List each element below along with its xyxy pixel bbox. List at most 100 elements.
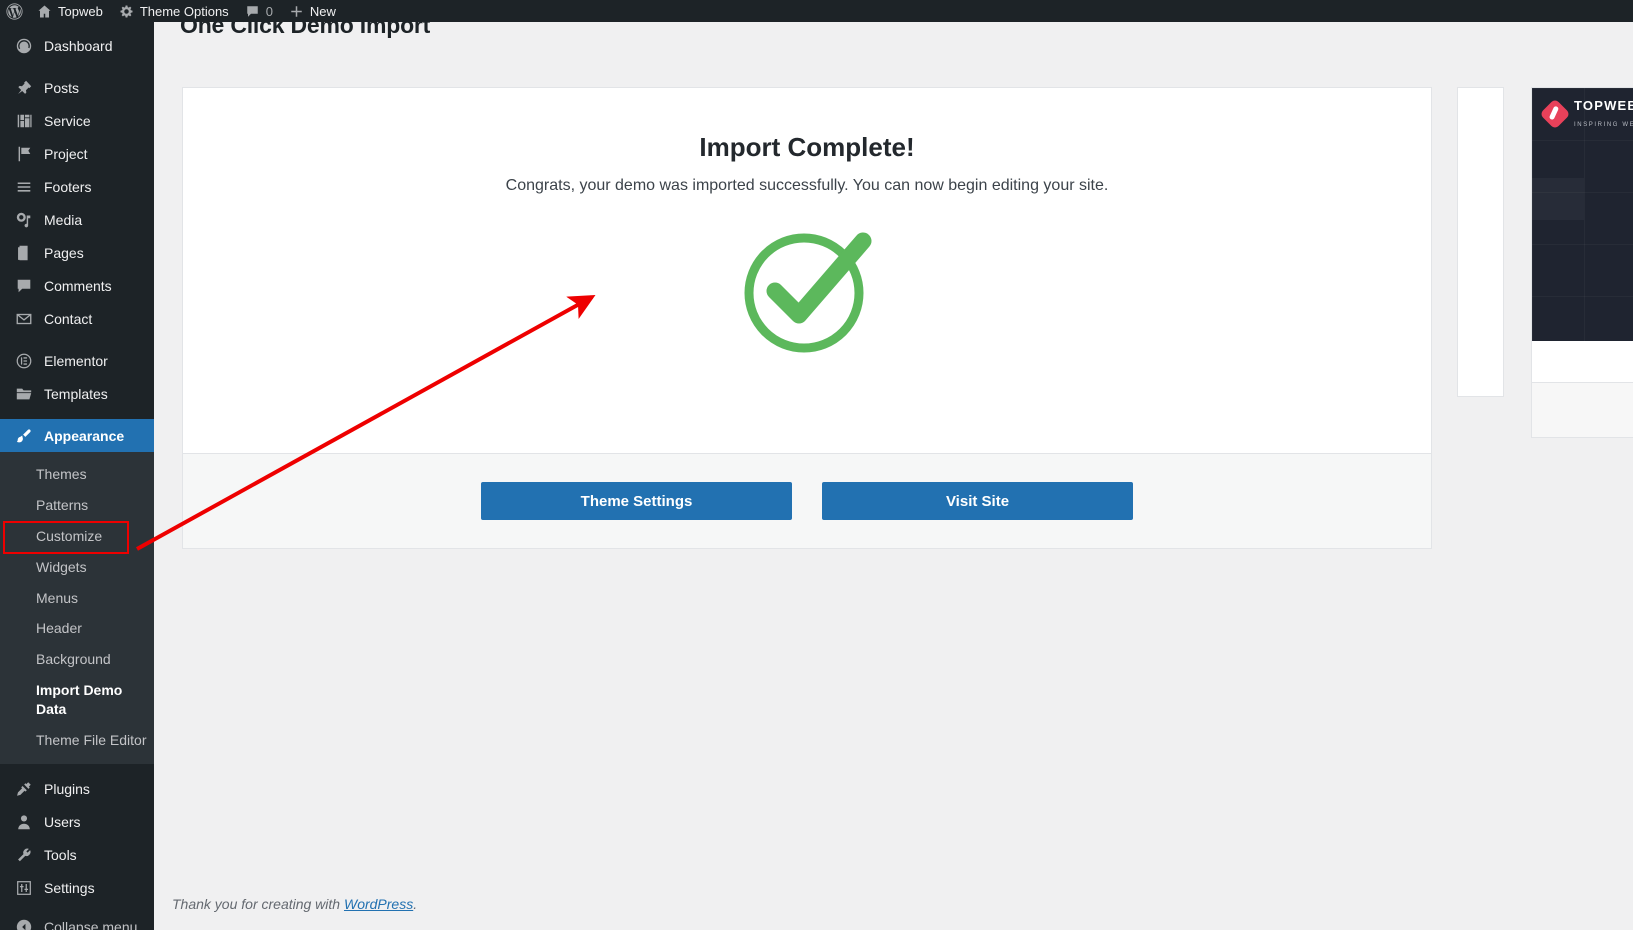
sidebar-item-users[interactable]: Users xyxy=(0,806,154,839)
submenu-item-theme-file-editor[interactable]: Theme File Editor xyxy=(0,725,154,756)
admin-bar: Topweb Theme Options 0 New xyxy=(0,0,1633,22)
menu-separator xyxy=(0,62,154,71)
sidebar-item-settings[interactable]: Settings xyxy=(0,872,154,905)
collapse-menu-label: Collapse menu xyxy=(44,919,138,930)
topweb-logo-icon xyxy=(1539,98,1571,130)
sliders-icon xyxy=(13,878,35,898)
comments-menu[interactable]: 0 xyxy=(237,0,281,22)
submenu-item-widgets[interactable]: Widgets xyxy=(0,552,154,583)
submenu-item-themes[interactable]: Themes xyxy=(0,459,154,490)
admin-sidebar: Theme Options Dashboard Posts Service xyxy=(0,0,162,930)
sidebar-item-templates[interactable]: Templates xyxy=(0,377,154,410)
pin-icon xyxy=(13,78,35,98)
site-name-label: Topweb xyxy=(58,3,103,19)
plug-icon xyxy=(13,779,35,799)
gear-icon xyxy=(119,4,134,19)
theme-preview-hero: TOPWEB INSPIRING WEB HO WE CR DESIG xyxy=(1532,88,1633,341)
sidebar-item-appearance[interactable]: Appearance xyxy=(0,419,162,452)
visit-site-button[interactable]: Visit Site xyxy=(822,482,1133,520)
sidebar-item-label: Dashboard xyxy=(44,37,113,54)
comment-icon xyxy=(245,4,260,19)
submenu-item-menus[interactable]: Menus xyxy=(0,583,154,614)
sidebar-item-label: Users xyxy=(44,814,81,831)
sidebar-item-pages[interactable]: Pages xyxy=(0,236,154,269)
import-complete-subtext: Congrats, your demo was imported success… xyxy=(505,177,1109,194)
comment-count: 0 xyxy=(265,3,273,19)
wordpress-logo-icon xyxy=(6,2,23,20)
sidebar-item-label: Media xyxy=(44,211,83,228)
menu-separator xyxy=(0,410,154,419)
blocks-icon xyxy=(13,111,35,131)
sidebar-item-elementor[interactable]: Elementor xyxy=(0,344,154,377)
submenu-item-background[interactable]: Background xyxy=(0,644,154,675)
submenu-item-header[interactable]: Header xyxy=(0,613,154,644)
user-icon xyxy=(13,812,35,832)
brush-icon xyxy=(13,426,35,446)
appearance-submenu: Themes Patterns Customize Widgets Menus … xyxy=(0,452,154,764)
wrench-icon xyxy=(13,845,35,865)
sidebar-item-label: Service xyxy=(44,112,91,129)
wordpress-logo-menu[interactable] xyxy=(0,0,29,22)
submenu-item-customize[interactable]: Customize xyxy=(0,521,154,552)
menu-separator xyxy=(0,335,154,344)
theme-options-menu[interactable]: Theme Options xyxy=(111,0,237,22)
sidebar-item-label: Project xyxy=(44,145,88,162)
logo-main-text: TOPWEB xyxy=(1574,98,1633,113)
footer-text-before: Thank you for creating with xyxy=(172,896,344,912)
collapse-arrow-icon xyxy=(13,917,35,930)
import-complete-actions: Theme Settings Visit Site xyxy=(183,453,1431,548)
dashboard-icon xyxy=(13,36,35,56)
topweb-logo-text: TOPWEB INSPIRING WEB xyxy=(1574,98,1633,130)
sidebar-item-tools[interactable]: Tools xyxy=(0,839,154,872)
success-icon-wrapper xyxy=(203,225,1411,360)
import-complete-heading: Import Complete! xyxy=(699,132,915,162)
collapse-menu-button[interactable]: Collapse menu xyxy=(0,911,154,930)
page-icon xyxy=(13,243,35,263)
sidebar-item-label: Settings xyxy=(44,880,95,897)
menu-separator xyxy=(0,764,154,773)
preview-side-panel xyxy=(1457,87,1504,397)
plus-icon xyxy=(289,4,304,19)
sidebar-item-label: Elementor xyxy=(44,352,108,369)
sidebar-item-footers[interactable]: Footers xyxy=(0,170,154,203)
flag-icon xyxy=(13,144,35,164)
admin-footer: Thank you for creating with WordPress. xyxy=(172,896,417,912)
green-check-circle-icon xyxy=(742,225,872,360)
envelope-icon xyxy=(13,309,35,329)
sidebar-item-label: Comments xyxy=(44,277,112,294)
import-complete-card: Import Complete! Congrats, your demo was… xyxy=(182,87,1432,549)
submenu-item-patterns[interactable]: Patterns xyxy=(0,490,154,521)
new-content-menu[interactable]: New xyxy=(281,0,344,22)
sidebar-item-contact[interactable]: Contact xyxy=(0,302,154,335)
theme-options-label: Theme Options xyxy=(139,3,229,19)
elementor-icon xyxy=(13,351,35,371)
theme-preview-footer: Impo xyxy=(1532,383,1633,437)
sidebar-item-service[interactable]: Service xyxy=(0,104,154,137)
media-icon xyxy=(13,210,35,230)
theme-preview-headline: WE CR DESIG xyxy=(1532,168,1633,241)
footer-text-after: . xyxy=(413,896,418,912)
theme-preview-body xyxy=(1532,341,1633,383)
new-content-label: New xyxy=(309,3,336,19)
sidebar-item-dashboard[interactable]: Dashboard xyxy=(0,29,154,62)
sidebar-item-plugins[interactable]: Plugins xyxy=(0,773,154,806)
sidebar-item-project[interactable]: Project xyxy=(0,137,154,170)
home-icon xyxy=(37,4,52,19)
sidebar-item-label: Templates xyxy=(44,385,108,402)
sidebar-item-comments[interactable]: Comments xyxy=(0,269,154,302)
theme-preview-card[interactable]: TOPWEB INSPIRING WEB HO WE CR DESIG Impo xyxy=(1531,87,1633,438)
theme-preview-header: TOPWEB INSPIRING WEB HO xyxy=(1532,88,1633,140)
sidebar-item-label: Footers xyxy=(44,178,92,195)
comment-icon xyxy=(13,276,35,296)
sidebar-item-media[interactable]: Media xyxy=(0,203,154,236)
wordpress-link[interactable]: WordPress xyxy=(344,896,413,912)
page-title: One Click Demo Import xyxy=(180,22,431,38)
submenu-item-import-demo-data[interactable]: Import Demo Data xyxy=(0,675,154,725)
logo-sub-text: INSPIRING WEB xyxy=(1574,122,1633,128)
site-name-menu[interactable]: Topweb xyxy=(29,0,111,22)
sidebar-item-label: Contact xyxy=(44,310,93,327)
import-complete-body: Import Complete! Congrats, your demo was… xyxy=(183,88,1431,453)
theme-settings-button[interactable]: Theme Settings xyxy=(481,482,792,520)
sidebar-item-posts[interactable]: Posts xyxy=(0,71,154,104)
sidebar-item-label: Tools xyxy=(44,847,77,864)
